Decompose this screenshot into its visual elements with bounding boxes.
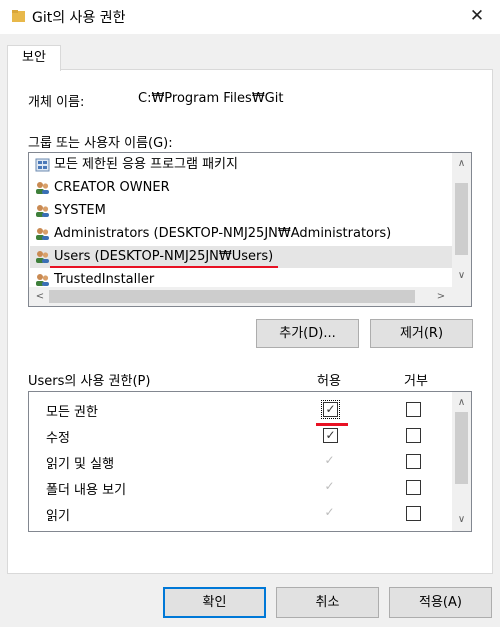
- list-item-label: Administrators (DESKTOP-NMJ25JN₩Administ…: [54, 226, 392, 241]
- scrollbar-thumb[interactable]: [455, 412, 468, 484]
- chevron-up-icon[interactable]: ∧: [452, 394, 471, 412]
- cancel-button[interactable]: 취소: [276, 587, 379, 618]
- check-icon: ✓: [324, 505, 335, 519]
- list-item[interactable]: Administrators (DESKTOP-NMJ25JN₩Administ…: [30, 223, 452, 245]
- permissions-vertical-scrollbar[interactable]: ∧ ∨: [452, 392, 471, 531]
- tab-security[interactable]: 보안: [7, 45, 61, 71]
- package-icon: [35, 158, 50, 172]
- list-item-label: SYSTEM: [54, 203, 106, 218]
- deny-checkbox[interactable]: [406, 454, 421, 469]
- permission-name: 폴더 내용 보기: [46, 483, 127, 498]
- permission-name: 수정: [46, 431, 70, 446]
- allow-checkbox[interactable]: ✓: [323, 428, 338, 443]
- users-icon: [36, 205, 49, 217]
- allow-checkbox[interactable]: ✓: [321, 400, 340, 419]
- list-item-label: 모든 제한된 응용 프로그램 패키지: [54, 157, 238, 172]
- remove-button[interactable]: 제거(R): [370, 319, 473, 348]
- permission-name: 읽기 및 실행: [46, 457, 115, 472]
- window-title: Git의 사용 권한: [32, 10, 126, 26]
- object-name-label: 개체 이름:: [28, 95, 85, 110]
- close-button[interactable]: ✕: [454, 0, 500, 34]
- chevron-right-icon[interactable]: >: [432, 287, 450, 306]
- chevron-up-icon[interactable]: ∧: [452, 155, 471, 173]
- permissions-list: 모든 권한 ✓ 수정 ✓ 읽기 및 실행 ✓ 폴더 내용 보기 ✓ 읽기 ✓ ∧…: [28, 391, 472, 532]
- users-icon: [36, 274, 49, 286]
- scrollbar-corner: [452, 287, 471, 306]
- list-item[interactable]: 모든 제한된 응용 프로그램 패키지: [30, 154, 452, 176]
- group-list-horizontal-scrollbar[interactable]: < >: [29, 287, 452, 306]
- list-item-label: CREATOR OWNER: [54, 180, 170, 195]
- users-icon: [36, 182, 49, 194]
- ok-button[interactable]: 확인: [163, 587, 266, 618]
- deny-checkbox[interactable]: [406, 428, 421, 443]
- chevron-left-icon[interactable]: <: [31, 287, 49, 306]
- users-icon: [36, 251, 49, 263]
- title-bar: Git의 사용 권한 ✕: [0, 0, 500, 34]
- object-name-value: C:₩Program Files₩Git: [138, 91, 284, 106]
- deny-checkbox[interactable]: [406, 402, 421, 417]
- scrollbar-thumb[interactable]: [455, 183, 468, 255]
- list-item[interactable]: SYSTEM: [30, 200, 452, 222]
- list-item-selected[interactable]: Users (DESKTOP-NMJ25JN₩Users): [30, 246, 452, 268]
- permission-row-full-control: 모든 권한 ✓: [29, 397, 453, 423]
- scrollbar-thumb[interactable]: [49, 290, 415, 303]
- group-listbox[interactable]: 모든 제한된 응용 프로그램 패키지 CREATOR OWNER SYSTEM …: [28, 152, 472, 307]
- add-button[interactable]: 추가(D)...: [256, 319, 359, 348]
- users-icon: [36, 228, 49, 240]
- apply-button[interactable]: 적용(A): [389, 587, 492, 618]
- allow-checkbox: ✓: [323, 454, 338, 469]
- check-icon: ✓: [324, 453, 335, 467]
- group-list-vertical-scrollbar[interactable]: ∧ ∨: [452, 153, 471, 287]
- deny-column-header: 거부: [404, 374, 428, 389]
- deny-checkbox[interactable]: [406, 506, 421, 521]
- annotation-underline: [316, 423, 348, 426]
- list-item-label: TrustedInstaller: [54, 272, 155, 287]
- allow-checkbox: ✓: [323, 506, 338, 521]
- check-icon: ✓: [325, 428, 336, 442]
- permission-row-modify: 수정 ✓: [29, 423, 453, 449]
- allow-column-header: 허용: [317, 374, 341, 389]
- permission-name: 읽기: [46, 509, 70, 524]
- annotation-underline: [50, 266, 278, 268]
- permissions-label: Users의 사용 권한(P): [28, 374, 151, 389]
- permission-row-list-folder: 폴더 내용 보기 ✓: [29, 475, 453, 501]
- chevron-down-icon[interactable]: ∨: [452, 267, 471, 285]
- group-list-label: 그룹 또는 사용자 이름(G):: [28, 136, 173, 151]
- permission-row-read: 읽기 ✓: [29, 501, 453, 527]
- list-item-label: Users (DESKTOP-NMJ25JN₩Users): [54, 249, 274, 264]
- check-icon: ✓: [324, 479, 335, 493]
- allow-checkbox: ✓: [323, 480, 338, 495]
- chevron-down-icon[interactable]: ∨: [452, 511, 471, 529]
- permission-row-read-execute: 읽기 및 실행 ✓: [29, 449, 453, 475]
- list-item[interactable]: CREATOR OWNER: [30, 177, 452, 199]
- check-icon: ✓: [325, 402, 336, 416]
- folder-icon: [12, 10, 25, 22]
- permission-name: 모든 권한: [46, 405, 98, 420]
- deny-checkbox[interactable]: [406, 480, 421, 495]
